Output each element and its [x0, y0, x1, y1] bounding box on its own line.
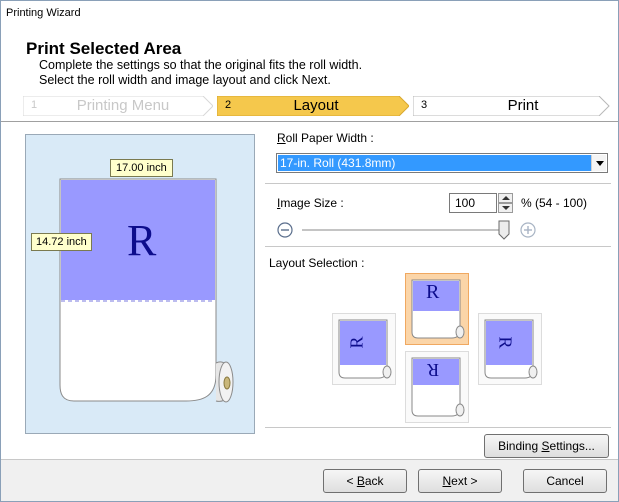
section-separator	[265, 246, 611, 247]
step-number: 2	[225, 99, 232, 111]
step-label: Layout	[293, 97, 339, 114]
chevron-down-icon[interactable]	[591, 155, 606, 171]
layout-option-right[interactable]: R	[478, 313, 542, 385]
roll-paper-width-select[interactable]: 17-in. Roll (431.8mm)	[276, 153, 608, 173]
roll-paper-width-label: Roll Paper Width :	[277, 131, 374, 145]
spin-down-icon[interactable]	[498, 203, 513, 213]
back-label-pre: <	[346, 474, 357, 488]
image-size-input[interactable]: 100	[449, 193, 497, 213]
layout-option-bottom[interactable]: R	[405, 351, 469, 423]
window-title: Printing Wizard	[1, 1, 618, 25]
printing-wizard-window: Printing Wizard Print Selected Area Comp…	[0, 0, 619, 502]
description-line-2: Select the roll width and image layout a…	[39, 73, 331, 87]
wizard-footer: < Back Next > Cancel	[1, 460, 618, 501]
back-accesskey: B	[356, 474, 365, 488]
layout-selection-label: Layout Selection :	[269, 256, 365, 270]
roll-paper-label-text: oll Paper Width :	[285, 131, 374, 145]
section-separator	[265, 183, 611, 184]
step-number: 1	[31, 99, 38, 111]
page-description: Complete the settings so that the origin…	[39, 58, 362, 88]
back-button[interactable]: < Back	[323, 469, 407, 493]
layout-r-glyph: R	[427, 360, 440, 380]
image-size-range: % (54 - 100)	[521, 196, 588, 210]
image-size-slider[interactable]	[276, 219, 596, 241]
roll-paper-preview-graphic	[59, 178, 234, 403]
width-dimension-label: 17.00 inch	[110, 159, 173, 177]
back-label-post: ack	[364, 474, 384, 488]
wizard-body: R 17.00 inch 14.72 inch Roll Paper Width…	[1, 122, 618, 459]
binding-label-post: ettings...	[549, 439, 595, 453]
binding-label-pre: Binding	[498, 439, 542, 453]
step-label: Printing Menu	[76, 97, 170, 114]
section-separator	[265, 427, 611, 428]
cancel-button[interactable]: Cancel	[523, 469, 607, 493]
roll-paper-width-value: 17-in. Roll (431.8mm)	[278, 155, 591, 171]
step-print: 3 Print	[413, 96, 611, 116]
height-dimension-label: 14.72 inch	[31, 233, 92, 251]
wizard-header: Print Selected Area Complete the setting…	[1, 25, 618, 121]
preview-r-glyph: R	[127, 216, 157, 265]
layout-r-glyph: R	[346, 336, 367, 349]
next-button[interactable]: Next >	[418, 469, 502, 493]
step-printing-menu: 1 Printing Menu	[23, 96, 213, 116]
spin-up-icon[interactable]	[498, 193, 513, 203]
image-size-label-text: mage Size :	[280, 196, 344, 210]
layout-r-glyph: R	[495, 336, 516, 349]
next-label-post: ext >	[451, 474, 478, 488]
layout-preview: R 17.00 inch 14.72 inch	[25, 134, 255, 434]
image-size-label: Image Size :	[277, 196, 344, 210]
step-number: 3	[421, 99, 428, 111]
description-line-1: Complete the settings so that the origin…	[39, 58, 363, 72]
binding-settings-button[interactable]: Binding Settings...	[484, 434, 609, 458]
layout-option-top[interactable]: R	[405, 273, 469, 345]
wizard-steps: 1 Printing Menu 2 Layout 3 Print	[23, 96, 613, 116]
page-title: Print Selected Area	[26, 39, 182, 58]
layout-r-glyph: R	[426, 281, 440, 303]
roll-paper-accesskey: R	[277, 131, 286, 145]
next-accesskey: N	[442, 474, 452, 488]
slider-thumb	[498, 220, 510, 240]
binding-accesskey: S	[541, 439, 550, 453]
step-label: Print	[507, 97, 539, 114]
step-layout: 2 Layout	[217, 96, 409, 116]
image-size-spinner[interactable]	[498, 193, 513, 213]
layout-option-left[interactable]: R	[332, 313, 396, 385]
